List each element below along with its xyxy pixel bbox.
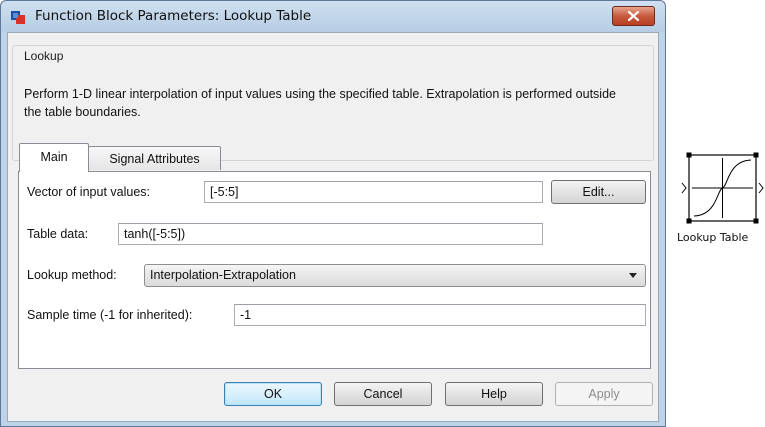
tab-main[interactable]: Main xyxy=(19,143,89,172)
block-description: Perform 1-D linear interpolation of inpu… xyxy=(24,87,616,119)
apply-button[interactable]: Apply xyxy=(555,382,653,406)
sample-time-field[interactable] xyxy=(234,304,646,326)
lookup-method-label: Lookup method: xyxy=(27,268,117,282)
cancel-button[interactable]: Cancel xyxy=(334,382,432,406)
main-tab-panel: Vector of input values: Edit... Table da… xyxy=(18,171,651,369)
dialog-window: Function Block Parameters: Lookup Table … xyxy=(0,0,666,427)
dialog-body: Lookup Perform 1-D linear interpolation … xyxy=(7,32,659,422)
close-icon xyxy=(628,11,639,21)
group-label: Lookup xyxy=(21,49,67,63)
chevron-down-icon xyxy=(629,273,637,278)
lookup-method-value: Interpolation-Extrapolation xyxy=(150,268,296,282)
lookup-method-select[interactable]: Interpolation-Extrapolation xyxy=(144,264,646,287)
tab-signal-attributes[interactable]: Signal Attributes xyxy=(88,146,221,170)
title-bar[interactable]: Function Block Parameters: Lookup Table xyxy=(1,1,665,32)
input-values-field[interactable] xyxy=(204,181,543,203)
sample-time-label: Sample time (-1 for inherited): xyxy=(27,308,193,322)
block-label: Lookup Table xyxy=(677,231,749,244)
edit-button[interactable]: Edit... xyxy=(551,180,646,204)
help-button[interactable]: Help xyxy=(445,382,543,406)
close-button[interactable] xyxy=(612,6,655,26)
input-values-label: Vector of input values: xyxy=(27,185,150,199)
table-data-label: Table data: xyxy=(27,227,89,241)
table-data-field[interactable] xyxy=(118,223,543,245)
ok-button[interactable]: OK xyxy=(224,382,322,406)
window-title: Function Block Parameters: Lookup Table xyxy=(35,8,312,24)
simulink-block-icon xyxy=(11,11,25,24)
